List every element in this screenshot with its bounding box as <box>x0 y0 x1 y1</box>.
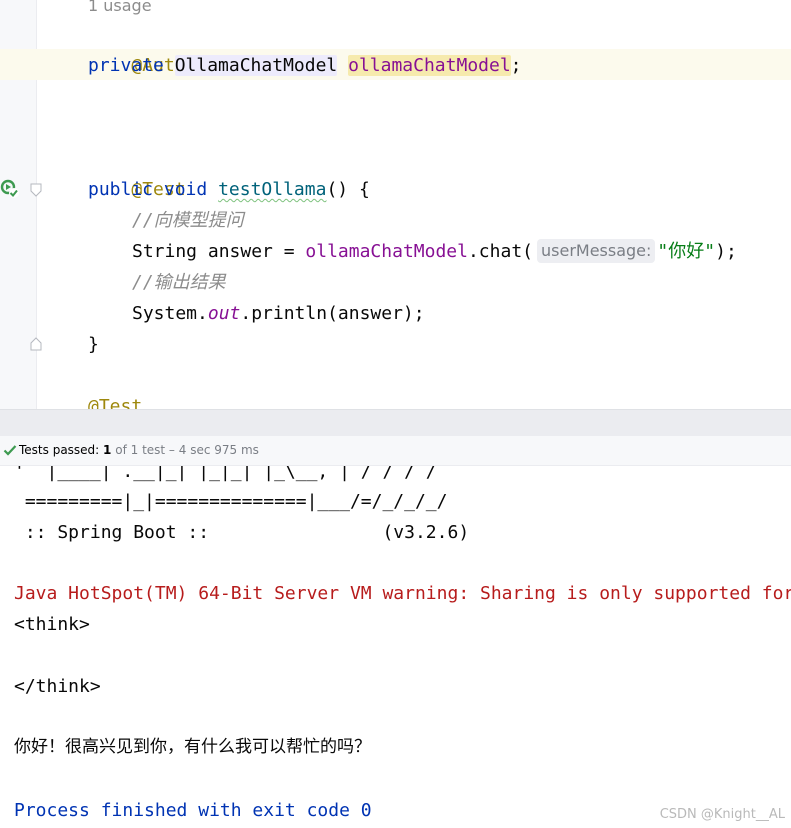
string-type: String <box>132 241 198 262</box>
field-name[interactable]: ollamaChatModel <box>348 55 511 76</box>
test-status-bar: Tests passed: 1 of 1 test – 4 sec 975 ms <box>0 436 791 466</box>
code-editor[interactable]: 1 usage @Autowired private OllamaChatMod… <box>0 0 791 409</box>
closing-brace: } <box>88 334 99 355</box>
call-method[interactable]: .chat( <box>468 241 533 262</box>
next-test-annotation: @Test <box>88 396 143 409</box>
system-class: System. <box>132 303 208 324</box>
console-output[interactable]: ' |____| .__|_| |_|_| |_\__, | / / / / =… <box>0 466 791 828</box>
method-sig-rest: () { <box>326 179 370 200</box>
method-modifier: public <box>88 179 154 200</box>
think-open-line: <think> <box>14 614 90 635</box>
call-target[interactable]: ollamaChatModel <box>305 241 468 262</box>
spring-banner-line: ' |____| .__|_| |_|_| |_\__, | / / / / <box>14 466 437 482</box>
method-name[interactable]: testOllama <box>218 179 326 200</box>
code-line-method-signature: public void testOllama() { <box>88 174 370 205</box>
watermark: CSDN @Knight__AL <box>659 807 785 822</box>
check-icon <box>3 445 17 456</box>
code-line-chat-call: String answer = ollamaChatModel.chat(use… <box>132 236 737 267</box>
code-line-println: System.out.println(answer); <box>132 298 425 329</box>
field-end: ; <box>510 55 522 76</box>
fold-method-icon[interactable] <box>30 183 42 197</box>
var-decl: answer = <box>197 241 306 262</box>
spring-boot-version-line: :: Spring Boot :: (v3.2.6) <box>14 522 470 543</box>
run-test-icon[interactable] <box>0 178 20 200</box>
tests-detail: of 1 test – 4 sec 975 ms <box>115 443 259 457</box>
field-modifier: private <box>88 55 164 76</box>
field-type[interactable]: OllamaChatModel <box>174 55 338 76</box>
code-line-test-annotation: @Test <box>88 143 185 200</box>
comment-output: //输出结果 <box>132 272 226 293</box>
fold-end-icon[interactable] <box>30 337 42 351</box>
tests-passed-count: 1 <box>103 443 112 457</box>
process-exit-line: Process finished with exit code 0 <box>14 800 372 821</box>
system-out-field: out <box>207 303 241 324</box>
model-answer-line: 你好！很高兴见到你，有什么我可以帮忙的吗？ <box>14 737 371 757</box>
param-name-hint: userMessage: <box>537 239 656 263</box>
code-line-field: private OllamaChatModel ollamaChatModel; <box>88 50 522 81</box>
jvm-warning-line: Java HotSpot(TM) 64-Bit Server VM warnin… <box>14 583 791 604</box>
println-call: .println(answer); <box>240 303 425 324</box>
think-close-line: </think> <box>14 676 101 697</box>
test-status-text: Tests passed: 1 of 1 test – 4 sec 975 ms <box>19 436 259 465</box>
spring-banner-line: =========|_|==============|___/=/_/_/_/ <box>14 491 448 512</box>
comment-ask: //向模型提问 <box>132 210 244 231</box>
panel-splitter[interactable] <box>0 409 791 437</box>
tests-passed-label: Tests passed: <box>19 443 100 457</box>
code-line-autowired: @Autowired <box>88 19 239 76</box>
usage-hint[interactable]: 1 usage <box>88 0 152 21</box>
arg-string: "你好" <box>657 241 716 262</box>
method-return: void <box>163 179 208 200</box>
call-end: ); <box>715 241 737 262</box>
